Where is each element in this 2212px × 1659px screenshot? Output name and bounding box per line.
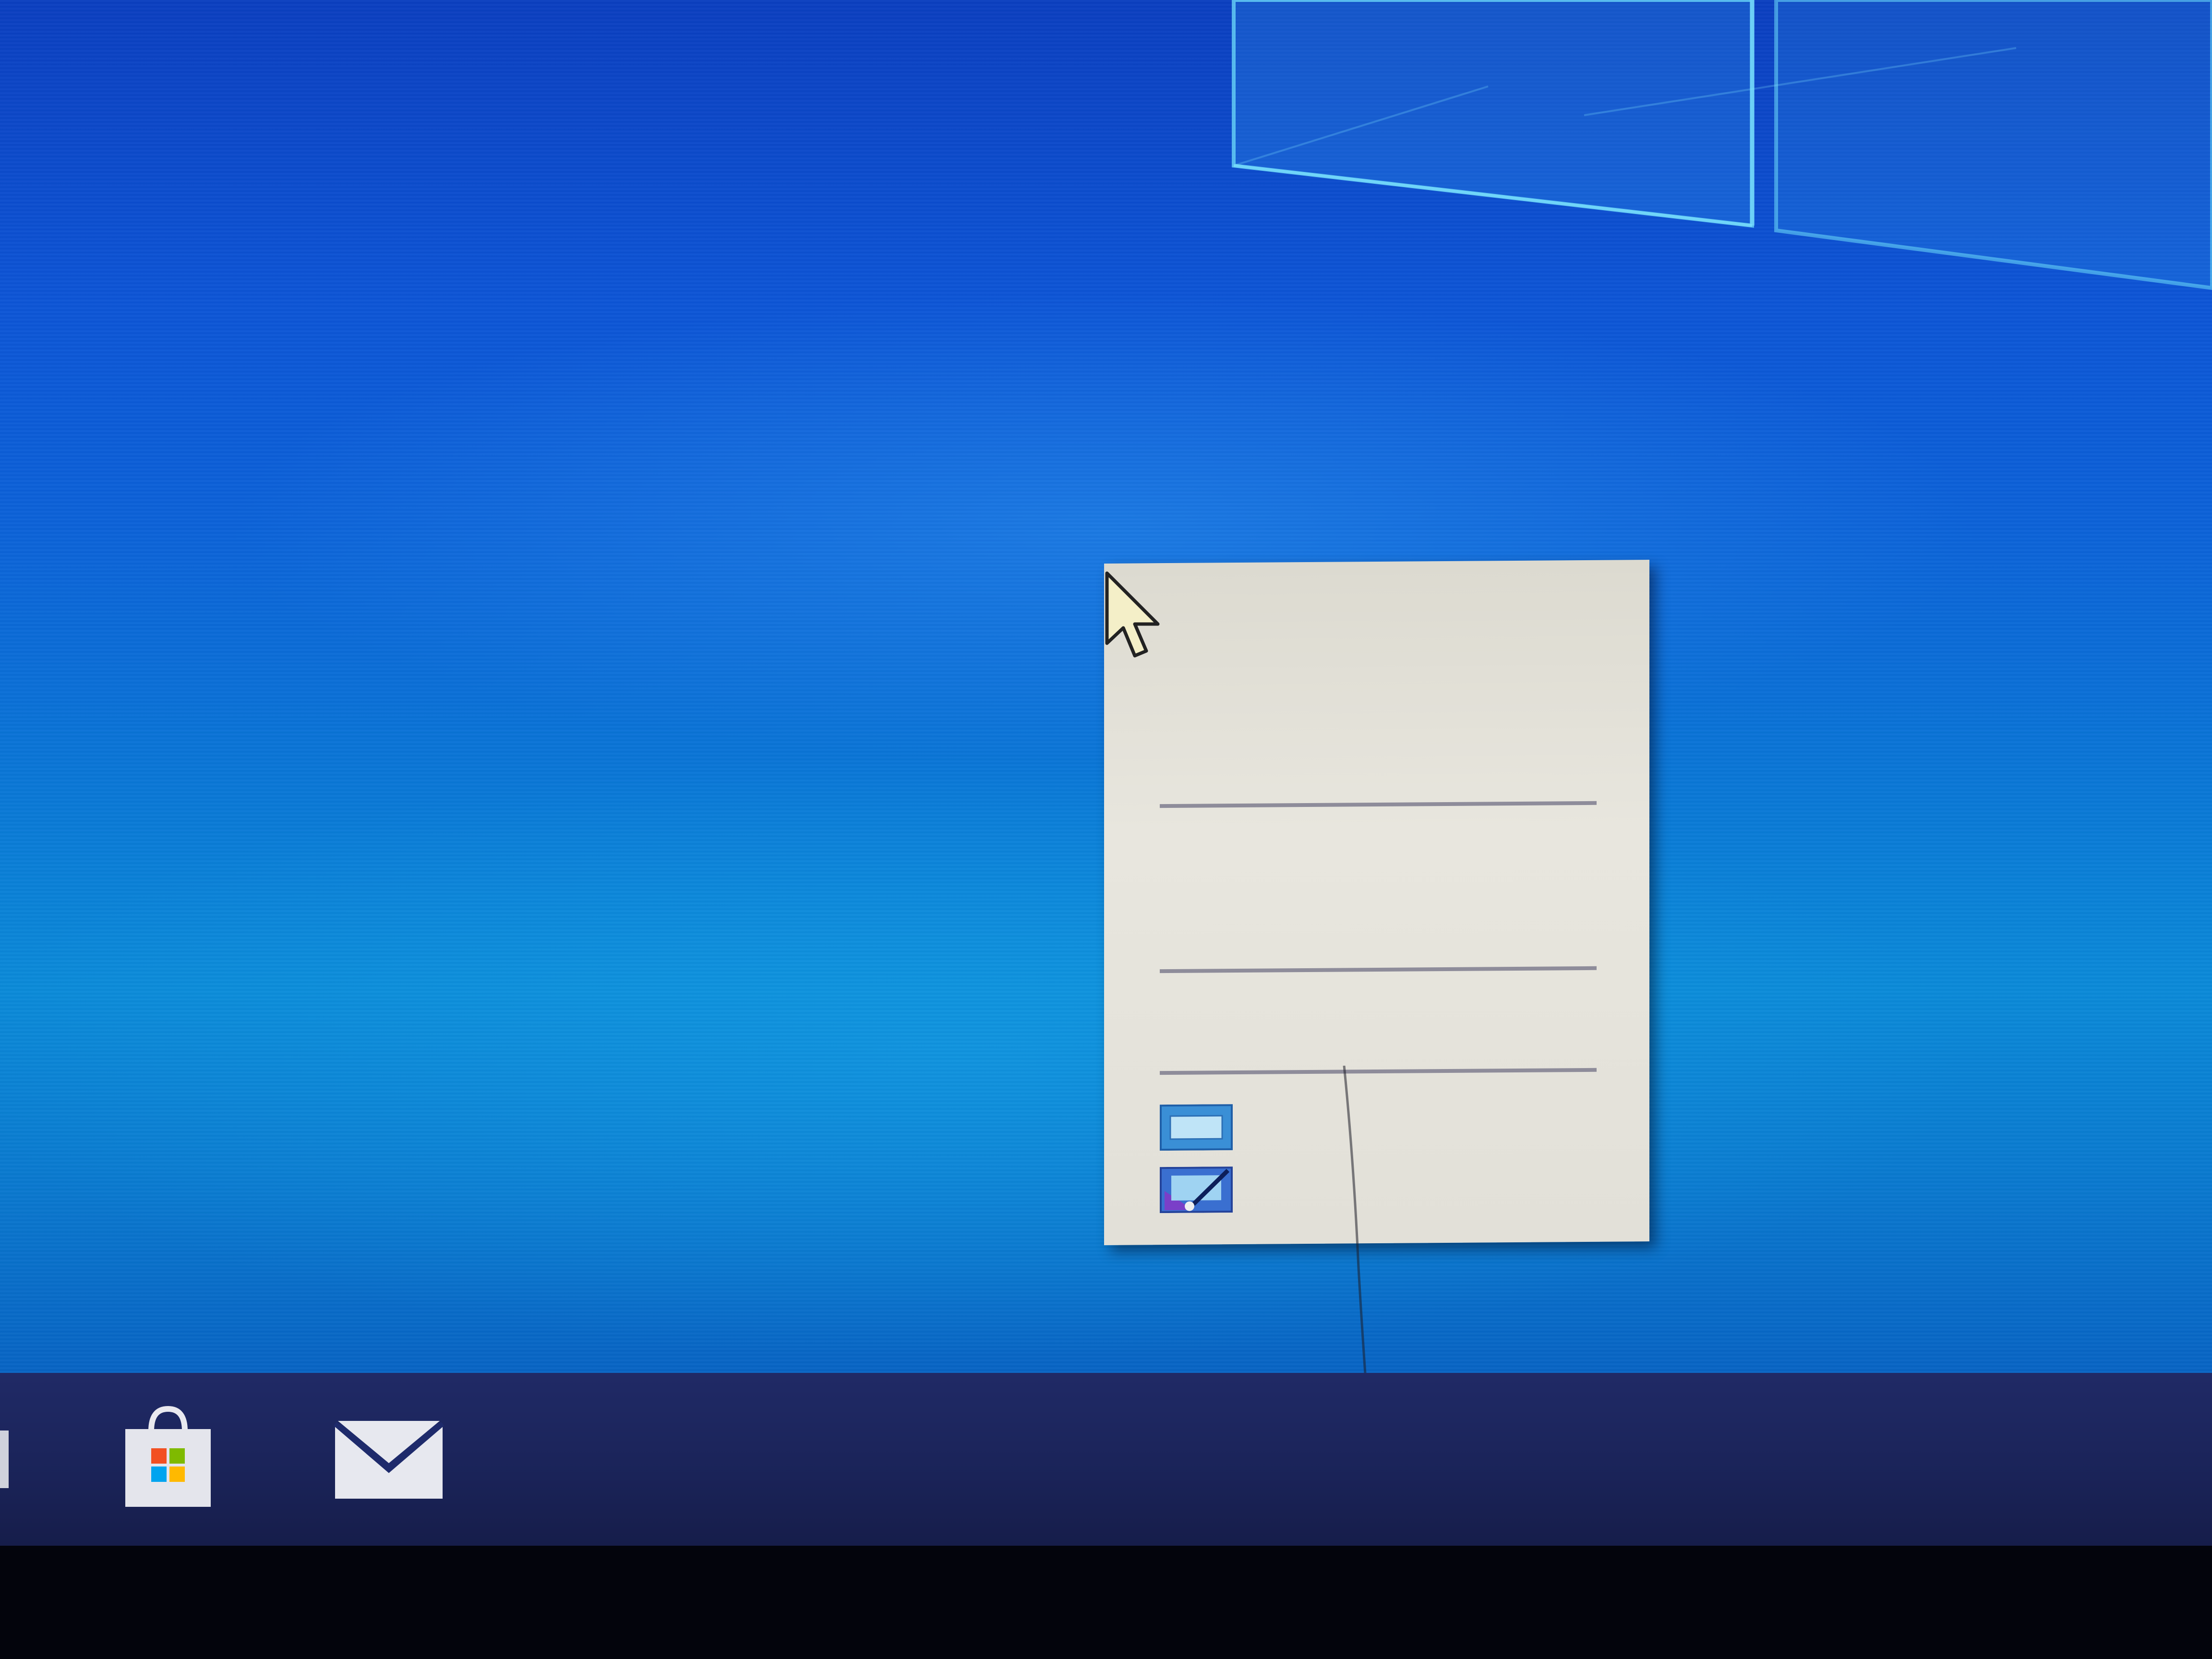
menu-item-1[interactable] [1104, 579, 1649, 636]
menu-item-2[interactable] [1104, 637, 1649, 693]
arrow-cursor-icon [1105, 571, 1160, 658]
menu-separator [1160, 966, 1597, 974]
microsoft-store-icon [125, 1406, 211, 1507]
mail-icon [333, 1421, 445, 1499]
desktop-context-menu [1104, 560, 1649, 1245]
display-settings-icon [1160, 1104, 1233, 1151]
taskbar-mail-button[interactable] [326, 1402, 451, 1517]
taskbar-edge-button [0, 1431, 9, 1488]
menu-item-display-settings[interactable] [1104, 1097, 1649, 1154]
menu-separator [1160, 1068, 1597, 1075]
screen [0, 0, 2212, 1659]
personalize-icon [1160, 1166, 1233, 1214]
taskbar [0, 1373, 2212, 1546]
windows-logo-wallpaper [1232, 0, 2212, 290]
taskbar-microsoft-store-button[interactable] [106, 1402, 230, 1517]
menu-separator [1160, 801, 1597, 808]
menu-item-3[interactable] [1104, 833, 1649, 890]
monitor-bezel [0, 1546, 2212, 1659]
menu-item-personalize[interactable] [1104, 1160, 1649, 1216]
